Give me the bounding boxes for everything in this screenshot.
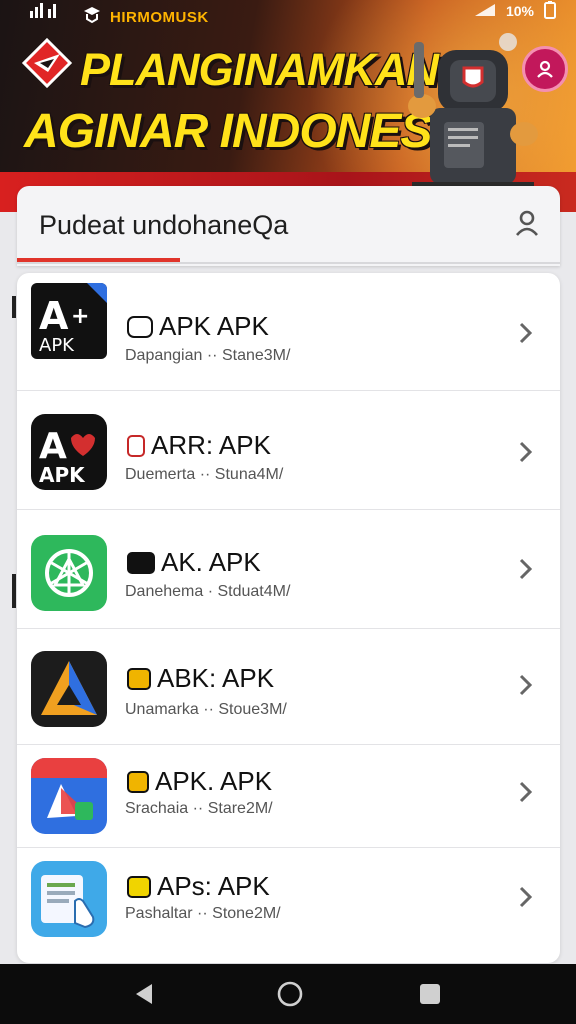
document-tap-app-icon bbox=[31, 861, 107, 937]
search-divider bbox=[17, 262, 560, 264]
brand-logo-icon bbox=[82, 6, 102, 29]
promo-banner[interactable]: HIRMOMUSK 10% PLANGINAMKAN AGINAR INDONE… bbox=[0, 0, 576, 212]
svg-text:APK: APK bbox=[39, 335, 75, 356]
blue-document-app-icon bbox=[31, 758, 107, 834]
edge-tab bbox=[12, 574, 16, 608]
system-nav-bar bbox=[0, 964, 576, 1024]
apk-heart-app-icon: A APK bbox=[31, 414, 107, 490]
app-subtitle: Srachaia ·· Stare2M/ bbox=[125, 800, 273, 817]
app-badge-icon bbox=[127, 315, 153, 338]
list-item[interactable]: APK. APK Srachaia ·· Stare2M/ bbox=[17, 746, 560, 848]
svg-text:APK: APK bbox=[39, 463, 86, 487]
brand-row: HIRMOMUSK bbox=[82, 6, 209, 29]
battery-level: 10% bbox=[505, 3, 534, 19]
brand-emblem-icon bbox=[22, 38, 72, 88]
search-input[interactable]: Pudeat undohaneQa bbox=[39, 210, 288, 241]
green-geometric-app-icon bbox=[31, 535, 107, 611]
app-list: A + APK APK APK Dapangian ·· Stane3M/ A … bbox=[17, 273, 560, 963]
app-title-text: APK APK bbox=[159, 311, 269, 341]
signal-icon bbox=[28, 1, 58, 22]
svg-text:A: A bbox=[39, 294, 69, 338]
profile-button[interactable] bbox=[522, 46, 568, 92]
list-item[interactable]: A APK ARR: APK Duemerta ·· Stuna4M/ bbox=[17, 392, 560, 510]
app-subtitle: Dapangian ·· Stane3M/ bbox=[125, 347, 291, 364]
app-badge-icon bbox=[127, 770, 149, 793]
app-title-text: AK. APK bbox=[161, 547, 261, 577]
list-item[interactable]: AK. APK Danehema · Stduat4M/ bbox=[17, 511, 560, 629]
person-icon[interactable] bbox=[512, 208, 542, 238]
search-bar[interactable]: Pudeat undohaneQa bbox=[17, 186, 560, 266]
app-subtitle: Danehema · Stduat4M/ bbox=[125, 583, 291, 600]
list-item[interactable]: A + APK APK APK Dapangian ·· Stane3M/ bbox=[17, 273, 560, 391]
banner-headline-line1: PLANGINAMKAN bbox=[80, 44, 439, 95]
robot-mascot-icon bbox=[408, 33, 538, 192]
list-item[interactable]: ABK: APK Unamarka ·· Stoue3M/ bbox=[17, 629, 560, 745]
app-subtitle: Pashaltar ·· Stone2M/ bbox=[125, 905, 281, 922]
app-title-text: ABK: APK bbox=[157, 663, 275, 693]
app-badge-icon bbox=[127, 551, 155, 574]
wifi-icon bbox=[474, 2, 496, 21]
svg-text:+: + bbox=[71, 304, 89, 329]
apk-app-icon: A + APK bbox=[31, 283, 107, 359]
chevron-right-icon bbox=[519, 886, 533, 908]
person-icon bbox=[537, 60, 553, 78]
app-title: ABK: APK bbox=[127, 663, 274, 694]
list-item[interactable]: APs: APK Pashaltar ·· Stone2M/ bbox=[17, 849, 560, 963]
app-badge-icon bbox=[127, 875, 151, 898]
battery-icon bbox=[544, 0, 556, 22]
chevron-right-icon bbox=[519, 781, 533, 803]
chevron-right-icon bbox=[519, 322, 533, 344]
app-badge-icon bbox=[127, 667, 151, 690]
chevron-right-icon bbox=[519, 558, 533, 580]
brand-name: HIRMOMUSK bbox=[110, 9, 209, 26]
chevron-right-icon bbox=[519, 674, 533, 696]
home-icon[interactable] bbox=[276, 980, 304, 1008]
back-icon[interactable] bbox=[130, 980, 158, 1008]
app-subtitle: Unamarka ·· Stoue3M/ bbox=[125, 701, 287, 718]
gradient-triangle-app-icon bbox=[31, 651, 107, 727]
app-title-text: ARR: APK bbox=[151, 430, 271, 460]
recents-icon[interactable] bbox=[416, 980, 444, 1008]
app-title: APs: APK bbox=[127, 871, 270, 902]
status-bar-left bbox=[28, 0, 58, 22]
app-subtitle: Duemerta ·· Stuna4M/ bbox=[125, 466, 284, 483]
app-title: APK. APK bbox=[127, 766, 272, 797]
edge-tab bbox=[12, 296, 16, 318]
app-title-text: APK. APK bbox=[155, 766, 273, 796]
app-title: AK. APK bbox=[127, 547, 261, 578]
app-title: APK APK bbox=[127, 311, 269, 342]
svg-text:A: A bbox=[39, 426, 67, 467]
status-bar-right: 10% bbox=[474, 0, 556, 22]
app-badge-icon bbox=[127, 434, 145, 457]
chevron-right-icon bbox=[519, 441, 533, 463]
app-title: ARR: APK bbox=[127, 430, 271, 461]
app-title-text: APs: APK bbox=[157, 871, 270, 901]
